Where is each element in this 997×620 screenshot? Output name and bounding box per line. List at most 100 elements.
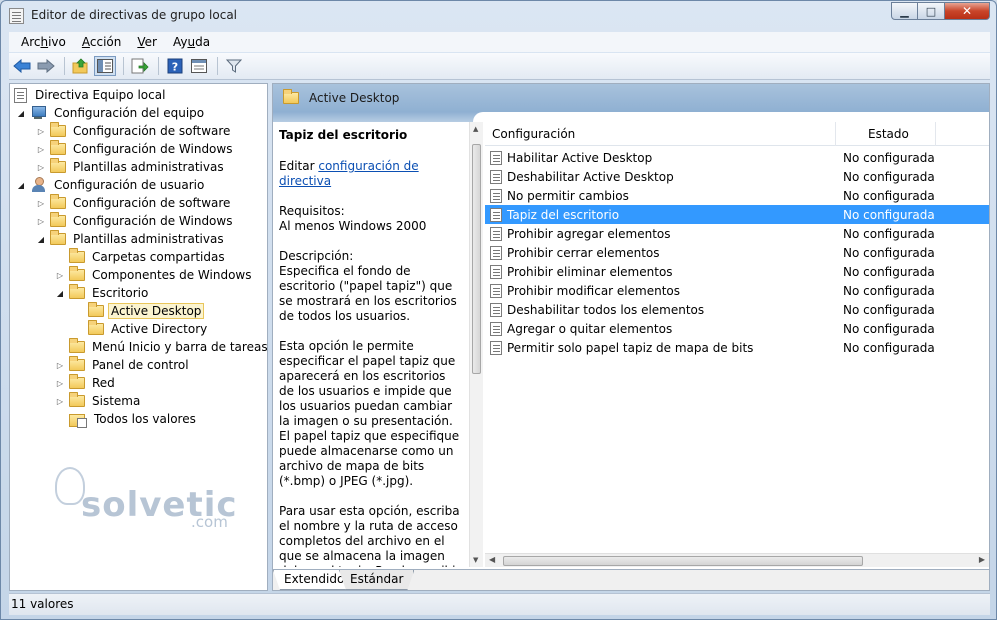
show-hide-tree-button[interactable]	[94, 56, 116, 76]
tree-item-usuario-plantillas[interactable]: ◢ Plantillas administrativas	[36, 230, 227, 248]
policy-setting-icon	[490, 188, 502, 203]
scroll-down-icon[interactable]: ▼	[473, 556, 478, 564]
tab-estandar[interactable]: Estándar	[339, 570, 414, 590]
collapsed-arrow-icon[interactable]: ▷	[36, 145, 46, 154]
expanded-arrow-icon[interactable]: ◢	[16, 109, 26, 118]
policy-setting-icon	[490, 226, 502, 241]
folder-icon	[50, 194, 66, 209]
description-text: Descripción: Especifica el fondo de escri…	[279, 249, 457, 323]
tree-item-equipo-software[interactable]: ▷ Configuración de software	[36, 122, 233, 140]
policy-setting-icon	[490, 340, 502, 355]
policy-icon	[14, 87, 27, 103]
svg-text:?: ?	[172, 61, 178, 74]
folder-icon	[50, 230, 66, 245]
expanded-arrow-icon[interactable]: ◢	[36, 235, 46, 244]
collapsed-arrow-icon[interactable]: ▷	[55, 361, 65, 370]
menu-accion[interactable]: Acción	[74, 35, 129, 49]
list-item[interactable]: Deshabilitar todos los elementos No confi…	[485, 300, 989, 319]
menu-ayuda[interactable]: Ayuda	[165, 35, 218, 49]
tree-item-panel-control[interactable]: ▷ Panel de control	[55, 356, 192, 374]
properties-button[interactable]	[188, 56, 210, 76]
status-text: 11 valores	[11, 597, 74, 611]
forward-icon	[37, 59, 55, 73]
back-button[interactable]	[11, 56, 33, 76]
description-paragraph: Para usar esta opción, escriba el nombre…	[279, 504, 460, 567]
collapsed-arrow-icon[interactable]: ▷	[36, 199, 46, 208]
tree-item-usuario-windows[interactable]: ▷ Configuración de Windows	[36, 212, 235, 230]
list-item[interactable]: Permitir solo papel tapiz de mapa de bit…	[485, 338, 989, 357]
menu-ver[interactable]: Ver	[129, 35, 165, 49]
description-panel: Tapiz del escritorio Editar configuració…	[273, 122, 469, 567]
folder-icon	[50, 122, 66, 137]
app-window: Editor de directivas de grupo local ▁ □ …	[0, 0, 997, 620]
tree-item-active-directory[interactable]: Active Directory	[74, 320, 210, 338]
scroll-left-icon[interactable]: ◀	[489, 555, 495, 564]
help-button[interactable]: ?	[164, 56, 186, 76]
expanded-arrow-icon[interactable]: ◢	[55, 289, 65, 298]
tree-item-directiva-equipo-local[interactable]: Directiva Equipo local	[14, 86, 168, 104]
export-list-icon	[131, 58, 149, 74]
minimize-button[interactable]: ▁	[891, 2, 918, 20]
content-header-title: Active Desktop	[309, 91, 400, 105]
collapsed-arrow-icon[interactable]: ▷	[36, 217, 46, 226]
tree-item-configuracion-usuario[interactable]: ◢ Configuración de usuario	[16, 176, 207, 194]
column-header-configuracion[interactable]: Configuración	[485, 121, 836, 146]
expanded-arrow-icon[interactable]: ◢	[16, 181, 26, 190]
properties-icon	[191, 59, 207, 73]
tree-item-active-desktop[interactable]: Active Desktop	[74, 302, 205, 320]
tree-item-menu-inicio[interactable]: Menú Inicio y barra de tareas	[55, 338, 267, 356]
view-tabs: Extendido Estándar	[273, 569, 989, 590]
list-item[interactable]: Habilitar Active Desktop No configurada	[485, 148, 989, 167]
list-item[interactable]: No permitir cambios No configurada	[485, 186, 989, 205]
help-icon: ?	[167, 58, 183, 74]
list-item[interactable]: Prohibir agregar elementos No configurada	[485, 224, 989, 243]
scroll-thumb[interactable]	[472, 144, 481, 374]
list-item[interactable]: Prohibir eliminar elementos No configurad…	[485, 262, 989, 281]
forward-button[interactable]	[35, 56, 57, 76]
description-paragraph: Esta opción le permite especificar el pa…	[279, 339, 460, 488]
export-list-button[interactable]	[129, 56, 151, 76]
list-item-selected[interactable]: Tapiz del escritorio No configurada	[485, 205, 989, 224]
policy-setting-icon	[490, 169, 502, 184]
tree-item-equipo-windows[interactable]: ▷ Configuración de Windows	[36, 140, 235, 158]
list-item[interactable]: Deshabilitar Active Desktop No configurad…	[485, 167, 989, 186]
scroll-up-icon[interactable]: ▲	[473, 125, 478, 133]
tree-item-escritorio[interactable]: ◢ Escritorio	[55, 284, 151, 302]
collapsed-arrow-icon[interactable]: ▷	[55, 379, 65, 388]
minimize-icon: ▁	[900, 4, 909, 18]
toolbar-separator	[64, 57, 65, 75]
scroll-thumb[interactable]	[503, 556, 863, 566]
tree-item-usuario-software[interactable]: ▷ Configuración de software	[36, 194, 233, 212]
tree-item-configuracion-equipo[interactable]: ◢ Configuración del equipo	[16, 104, 207, 122]
list-item[interactable]: Prohibir cerrar elementos No configurada	[485, 243, 989, 262]
tree-item-carpetas-compartidas[interactable]: Carpetas compartidas	[55, 248, 228, 266]
collapsed-arrow-icon[interactable]: ▷	[55, 397, 65, 406]
user-icon	[30, 177, 46, 193]
collapsed-arrow-icon[interactable]: ▷	[36, 163, 46, 172]
up-folder-button[interactable]	[70, 56, 92, 76]
menu-archivo[interactable]: Archivo	[13, 35, 74, 49]
collapsed-arrow-icon[interactable]: ▷	[36, 127, 46, 136]
tree-item-red[interactable]: ▷ Red	[55, 374, 118, 392]
content-header: Active Desktop	[273, 84, 989, 112]
collapsed-arrow-icon[interactable]: ▷	[55, 271, 65, 280]
column-header-estado[interactable]: Estado	[836, 121, 936, 146]
list-item[interactable]: Prohibir modificar elementos No configura…	[485, 281, 989, 300]
tree-item-equipo-plantillas[interactable]: ▷ Plantillas administrativas	[36, 158, 227, 176]
scroll-right-icon[interactable]: ▶	[979, 555, 985, 564]
toolbar-separator	[123, 57, 124, 75]
tree-item-sistema[interactable]: ▷ Sistema	[55, 392, 143, 410]
list-horizontal-scrollbar[interactable]: ◀ ▶	[485, 553, 989, 567]
filter-button[interactable]	[223, 56, 245, 76]
policy-setting-icon	[490, 321, 502, 336]
tree-item-componentes-windows[interactable]: ▷ Componentes de Windows	[55, 266, 255, 284]
back-icon	[13, 59, 31, 73]
list-item[interactable]: Agregar o quitar elementos No configurada	[485, 319, 989, 338]
folder-icon	[50, 140, 66, 155]
maximize-button[interactable]: □	[918, 2, 945, 20]
requirements: Requisitos: Al menos Windows 2000	[279, 204, 427, 233]
close-button[interactable]: ✕	[945, 2, 990, 20]
tree-item-todos-valores[interactable]: Todos los valores	[55, 410, 199, 428]
description-scrollbar[interactable]: ▲ ▼	[469, 122, 483, 567]
navigation-tree: Directiva Equipo local ◢ Configuración de…	[9, 83, 268, 591]
